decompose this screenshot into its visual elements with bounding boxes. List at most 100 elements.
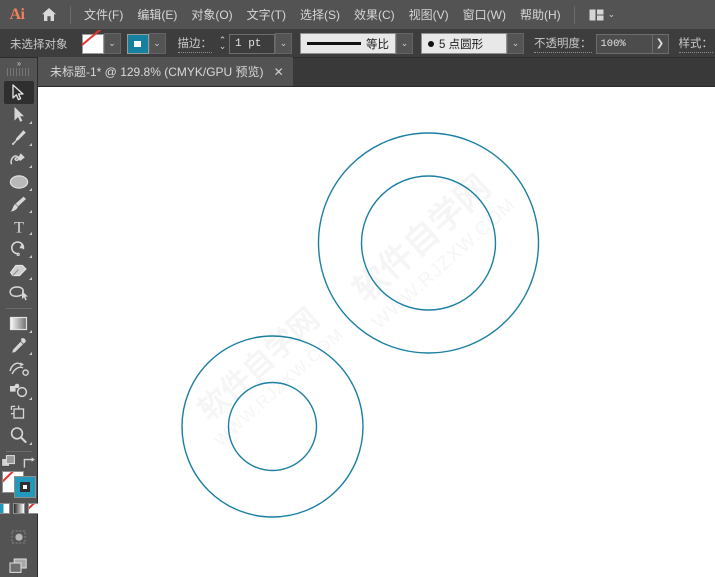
tools-panel-grip[interactable]: [6, 68, 31, 77]
color-fill-mode-icon[interactable]: [0, 503, 10, 515]
rotate-tool[interactable]: [4, 237, 34, 259]
menu-help[interactable]: 帮助(H): [513, 2, 568, 27]
magnifier-icon: [10, 427, 27, 444]
paintbrush-tool[interactable]: [4, 193, 34, 215]
tools-panel-collapse-button[interactable]: »: [0, 58, 38, 68]
arrange-documents-button[interactable]: ⌄: [585, 6, 620, 24]
chevron-down-icon: ⌄: [400, 38, 409, 48]
menu-window[interactable]: 窗口(W): [456, 2, 513, 27]
zoom-tool[interactable]: [4, 424, 34, 446]
menu-effect[interactable]: 效果(C): [347, 2, 402, 27]
artwork-svg: 软件自学网 WWW.RJZXW.COM 软件自学网 WWW.RJZXW.COM: [181, 132, 540, 518]
chevron-down-icon: ⌄: [607, 9, 616, 19]
tool-flyout-indicator-icon: [28, 165, 32, 169]
menu-view[interactable]: 视图(V): [402, 2, 456, 27]
control-bar: 未选择对象 ⌄ ⌄ 描边： ⌃ ⌄ 1 pt ⌄ 等比 ⌄ 5 点圆形 ⌄ 不透…: [0, 30, 715, 58]
menu-divider: [70, 5, 71, 24]
menu-file[interactable]: 文件(F): [77, 2, 130, 27]
menu-type[interactable]: 文字(T): [240, 2, 293, 27]
direct-selection-tool[interactable]: [4, 104, 34, 126]
pen-tool[interactable]: [4, 126, 34, 148]
stroke-profile-preview-icon: [307, 42, 361, 45]
fill-control: ⌄: [81, 33, 121, 54]
document-tab-bar: 未标题-1* @ 129.8% (CMYK/GPU 预览) ✕: [0, 57, 715, 87]
tool-flyout-indicator-icon: [28, 254, 32, 258]
brush-definition-control: 5 点圆形 ⌄: [421, 33, 524, 54]
svg-text:T: T: [14, 219, 24, 235]
stroke-color-control: ⌄: [126, 33, 166, 54]
document-tab-title: 未标题-1* @ 129.8% (CMYK/GPU 预览): [50, 65, 264, 79]
menu-item-list: 文件(F) 编辑(E) 对象(O) 文字(T) 选择(S) 效果(C) 视图(V…: [77, 2, 568, 27]
menu-select[interactable]: 选择(S): [293, 2, 347, 27]
stroke-weight-label: 描边：: [177, 35, 212, 53]
curvature-tool[interactable]: [4, 148, 34, 170]
brush-definition-dropdown-button[interactable]: ⌄: [507, 33, 524, 54]
menu-edit[interactable]: 编辑(E): [130, 2, 184, 27]
pen-icon: [11, 130, 26, 145]
lasso-tool[interactable]: [4, 282, 34, 304]
default-fill-stroke-icon[interactable]: [1, 455, 16, 469]
screen-mode-button[interactable]: [4, 555, 34, 577]
ellipse-tool[interactable]: [4, 170, 34, 192]
tools-panel: » T: [0, 58, 40, 577]
illustrator-window: Ai 文件(F) 编辑(E) 对象(O) 文字(T) 选择(S) 效果(C) 视…: [0, 0, 715, 577]
lasso-icon: [9, 286, 28, 301]
tool-flyout-indicator-icon: [28, 232, 32, 236]
stroke-swatch-icon[interactable]: [13, 476, 36, 499]
shape-builder-tool[interactable]: [4, 380, 34, 402]
tool-flyout-indicator-icon: [28, 120, 32, 124]
selection-status-label: 未选择对象: [10, 38, 68, 51]
tool-flyout-indicator-icon: [28, 352, 32, 356]
tool-flyout-indicator-icon: [28, 441, 32, 445]
stroke-weight-field[interactable]: 1 pt: [229, 33, 275, 54]
tool-flyout-indicator-icon: [28, 209, 32, 213]
selection-tool[interactable]: [3, 81, 34, 104]
document-tab[interactable]: 未标题-1* @ 129.8% (CMYK/GPU 预览) ✕: [38, 57, 293, 86]
fill-swatch-none-icon[interactable]: [81, 33, 104, 54]
stroke-swatch-icon[interactable]: [126, 33, 149, 54]
stroke-profile-dropdown-button[interactable]: ⌄: [396, 33, 413, 54]
watermark: 软件自学网 WWW.RJZXW.COM: [345, 167, 520, 333]
gradient-tool[interactable]: [4, 313, 34, 335]
stroke-profile-combo[interactable]: 等比: [300, 33, 396, 54]
opacity-field[interactable]: 100%: [595, 33, 653, 54]
brush-preview-icon: [428, 40, 434, 47]
fill-dropdown-button[interactable]: ⌄: [103, 33, 121, 54]
eyedropper-icon: [12, 338, 26, 354]
opacity-control: 100% ❯: [595, 33, 669, 54]
stroke-profile-label: 等比: [366, 38, 389, 51]
close-icon[interactable]: ✕: [274, 65, 284, 79]
tool-flyout-indicator-icon: [28, 397, 32, 401]
type-tool[interactable]: T: [4, 215, 34, 237]
blend-tool[interactable]: [4, 357, 34, 379]
rotate-icon: [11, 241, 25, 257]
stroke-dropdown-button[interactable]: ⌄: [148, 33, 166, 54]
artboard-icon: [10, 405, 25, 419]
menu-bar: Ai 文件(F) 编辑(E) 对象(O) 文字(T) 选择(S) 效果(C) 视…: [0, 0, 715, 30]
swap-fill-stroke-icon[interactable]: [22, 456, 36, 469]
chevron-down-icon: ⌄: [279, 38, 288, 48]
draw-mode-button[interactable]: [4, 526, 34, 548]
brush-definition-combo[interactable]: 5 点圆形: [421, 33, 507, 54]
draw-mode-icon: [10, 530, 26, 544]
stroke-weight-dropdown-button[interactable]: ⌄: [275, 33, 292, 54]
fill-stroke-indicator: [1, 471, 36, 499]
brush-definition-label: 5 点圆形: [439, 38, 484, 51]
stroke-profile-control: 等比 ⌄: [300, 33, 413, 54]
home-icon[interactable]: [34, 0, 64, 30]
fill-mode-buttons: [0, 503, 40, 515]
screen-mode-icon: [9, 558, 27, 573]
chevron-down-icon: ⌄: [108, 38, 116, 48]
blend-icon: [9, 362, 29, 377]
ellipse-icon: [9, 174, 28, 189]
eyedropper-tool[interactable]: [4, 335, 34, 357]
document-canvas[interactable]: 软件自学网 WWW.RJZXW.COM 软件自学网 WWW.RJZXW.COM: [38, 87, 715, 577]
opacity-label: 不透明度：: [534, 35, 592, 53]
menu-object[interactable]: 对象(O): [184, 2, 239, 27]
artboard-tool[interactable]: [4, 402, 34, 424]
opacity-flyout-button[interactable]: ❯: [652, 33, 669, 54]
gradient-fill-mode-icon[interactable]: [12, 503, 25, 515]
selection-arrow-icon: [12, 84, 24, 101]
eraser-tool[interactable]: [4, 260, 34, 282]
stroke-weight-stepper[interactable]: ⌃ ⌄: [216, 34, 229, 54]
